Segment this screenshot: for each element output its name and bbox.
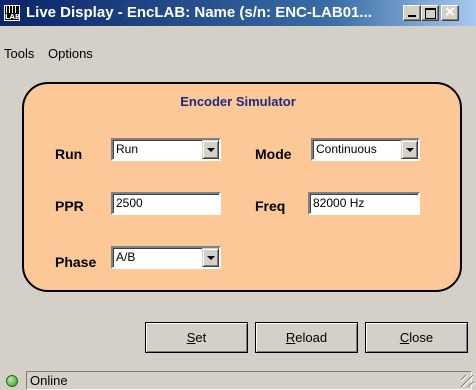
chevron-down-icon[interactable] (202, 248, 219, 267)
menu-options[interactable]: Options (48, 46, 93, 61)
freq-label: Freq (255, 198, 286, 214)
run-select-value: Run (116, 142, 139, 156)
set-label: et (195, 330, 207, 345)
menu-tools[interactable]: Tools (4, 46, 34, 61)
close-button[interactable]: Close (365, 322, 468, 353)
app-icon-bars (6, 6, 18, 13)
menu-bar (0, 26, 476, 48)
close-mnemonic: C (399, 330, 410, 345)
mode-select[interactable]: Continuous (311, 138, 420, 161)
set-button[interactable]: Set (145, 322, 248, 353)
phase-label: Phase (55, 254, 97, 270)
window-title: Live Display - EncLAB: Name (s/n: ENC-LA… (26, 4, 372, 21)
mode-select-value: Continuous (316, 142, 377, 156)
panel-title: Encoder Simulator (180, 94, 296, 109)
mode-label: Mode (255, 146, 292, 162)
ppr-input[interactable]: 2500 (111, 192, 221, 215)
close-icon: × (444, 4, 456, 20)
freq-input[interactable]: 82000 Hz (308, 192, 420, 215)
maximize-button[interactable] (421, 5, 439, 21)
reload-label: eload (295, 330, 328, 345)
run-select[interactable]: Run (111, 138, 221, 161)
phase-select[interactable]: A/B (111, 246, 221, 269)
freq-input-value: 82000 Hz (313, 196, 365, 210)
status-text: Online (26, 371, 472, 390)
resize-grip[interactable] (461, 375, 473, 387)
reload-mnemonic: R (285, 330, 296, 345)
ppr-input-value: 2500 (116, 196, 143, 210)
ppr-label: PPR (55, 198, 84, 214)
chevron-down-icon[interactable] (401, 140, 418, 159)
status-led-icon (6, 375, 18, 387)
phase-select-value: A/B (116, 250, 136, 264)
app-icon[interactable]: LAB (4, 5, 20, 21)
close-window-button[interactable]: × (441, 4, 459, 21)
app-icon-label: LAB (5, 13, 21, 21)
minimize-button[interactable] (403, 5, 421, 21)
chevron-down-icon[interactable] (202, 140, 219, 159)
title-bar[interactable]: LAB Live Display - EncLAB: Name (s/n: EN… (0, 0, 476, 26)
close-label: lose (409, 330, 434, 345)
run-label: Run (55, 146, 83, 162)
reload-button[interactable]: Reload (255, 322, 358, 353)
